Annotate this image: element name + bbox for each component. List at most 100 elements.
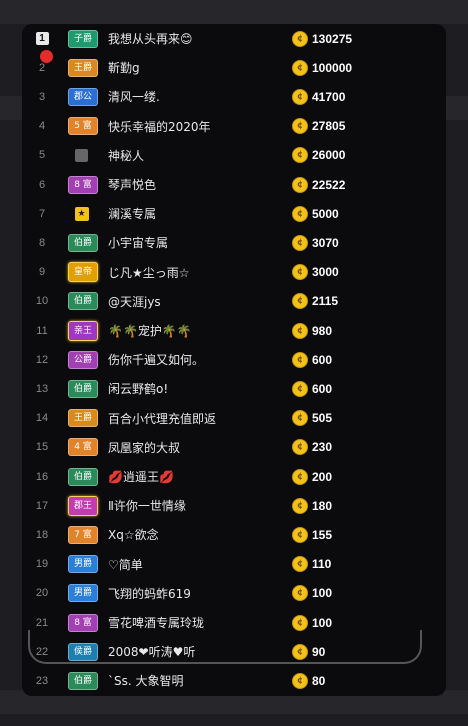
user-nickname[interactable]: Xq☆欲念 xyxy=(104,526,268,543)
user-nickname[interactable]: 我想从头再来😊 xyxy=(104,30,268,47)
ranking-row[interactable]: 2 王爵 靳勤g ¢ 100000 xyxy=(22,53,446,82)
noble-rank-badge: 4 富 xyxy=(68,438,98,457)
contribution-score: 27805 xyxy=(312,119,346,134)
user-nickname[interactable]: 雪花啤酒专属玲珑 xyxy=(104,614,268,631)
ranking-row[interactable]: 20 男爵 飞翔的蚂蚱619 ¢ 100 xyxy=(22,579,446,608)
coin-icon: ¢ xyxy=(292,410,308,427)
rank-badge-wrap: 伯爵 xyxy=(62,467,104,486)
user-nickname[interactable]: 靳勤g xyxy=(104,59,268,76)
noble-rank-badge: 王爵 xyxy=(67,409,98,428)
user-nickname[interactable]: 小宇宙专属 xyxy=(104,234,268,251)
noble-rank-badge: 公爵 xyxy=(67,350,98,369)
user-nickname[interactable]: じ凡★尘っ雨☆ xyxy=(104,264,268,281)
contribution-score: 505 xyxy=(312,411,333,426)
coin-icon: ¢ xyxy=(292,88,308,105)
ranking-row[interactable]: 23 伯爵 `Ss. 大象智明 ¢ 80 xyxy=(22,666,446,695)
coin-icon: ¢ xyxy=(292,30,308,47)
rank-badge-wrap: 郡王 xyxy=(62,495,104,516)
user-nickname[interactable]: 凤凰家的大叔 xyxy=(104,439,268,456)
user-nickname[interactable]: 🌴🌴宠护🌴🌴 xyxy=(104,322,268,339)
ranking-row[interactable]: 3 郡公 清风一缕. ¢ 41700 xyxy=(22,82,446,111)
ranking-row[interactable]: 12 公爵 伤你千遍又如何。 ¢ 600 xyxy=(22,345,446,374)
noble-rank-badge: 子爵 xyxy=(67,29,98,48)
coin-icon: ¢ xyxy=(292,351,308,368)
user-nickname[interactable]: 快乐幸福的2020年 xyxy=(104,118,268,135)
rank-badge-wrap: 4 富 xyxy=(62,438,104,457)
rank-number: 11 xyxy=(36,324,48,337)
ranking-row[interactable]: 4 5 富快乐幸福的2020年 ¢ 27805 xyxy=(22,112,446,141)
noble-rank-badge: 郡王 xyxy=(67,495,98,516)
rank-number: 6 xyxy=(38,178,46,191)
user-nickname[interactable]: @天涯jys xyxy=(104,293,268,310)
user-nickname[interactable]: 闲云野鹤o! xyxy=(104,380,268,397)
ranking-row[interactable]: 15 4 富凤凰家的大叔 ¢ 230 xyxy=(22,433,446,462)
coin-icon: ¢ xyxy=(292,380,308,397)
user-nickname[interactable]: 琴声悦色 xyxy=(104,176,268,193)
rank-number: 7 xyxy=(38,207,46,220)
ranking-row[interactable]: 19 男爵 ♡简单 ¢ 110 xyxy=(22,550,446,579)
user-nickname[interactable]: 清风一缕. xyxy=(104,88,268,105)
user-nickname[interactable]: 澜溪专属 xyxy=(104,205,268,222)
coin-icon: ¢ xyxy=(292,497,308,514)
rank-badge-wrap: 公爵 xyxy=(62,350,104,369)
coin-icon: ¢ xyxy=(292,118,308,135)
ranking-row[interactable]: 14 王爵 百合小代理充值即返 ¢ 505 xyxy=(22,404,446,433)
user-nickname[interactable]: `Ss. 大象智明 xyxy=(104,672,268,689)
rank-number: 4 xyxy=(38,120,46,133)
rank-number: 13 xyxy=(35,382,49,395)
rank-number: 10 xyxy=(35,295,49,308)
ranking-row[interactable]: 5 神秘人 ¢ 26000 xyxy=(22,141,446,170)
ranking-row[interactable]: 17 郡王 Ⅱ许你一世情缘 ¢ 180 xyxy=(22,491,446,520)
user-nickname[interactable]: 伤你千遍又如何。 xyxy=(104,351,268,368)
ranking-row[interactable]: 9 皇帝 じ凡★尘っ雨☆ ¢ 3000 xyxy=(22,258,446,287)
user-nickname[interactable]: Ⅱ许你一世情缘 xyxy=(104,497,268,514)
coin-icon: ¢ xyxy=(292,234,308,251)
coin-icon: ¢ xyxy=(292,322,308,339)
contribution-score: 180 xyxy=(312,498,333,513)
rank-badge-wrap: 伯爵 xyxy=(62,292,104,311)
user-nickname[interactable]: 💋逍遥王💋 xyxy=(104,468,268,485)
contribution-score: 110 xyxy=(312,557,332,572)
rank-badge-wrap: 8 富 xyxy=(62,175,104,194)
ranking-row[interactable]: 16 伯爵 💋逍遥王💋 ¢ 200 xyxy=(22,462,446,491)
contribution-score: 5000 xyxy=(312,206,339,221)
rank-badge-wrap: 男爵 xyxy=(62,555,104,574)
rank-badge-wrap: 8 富 xyxy=(62,613,104,632)
rank-number: 12 xyxy=(35,353,49,366)
noble-rank-badge: 8 富 xyxy=(68,175,98,194)
ranking-row[interactable]: 10 伯爵 @天涯jys ¢ 2115 xyxy=(22,287,446,316)
coin-icon: ¢ xyxy=(292,672,308,689)
contribution-score: 100 xyxy=(312,615,333,630)
rank-badge-wrap: ★ xyxy=(62,206,104,221)
rank-badge-wrap: 5 富 xyxy=(62,117,104,136)
rank-number: 3 xyxy=(38,90,46,103)
ranking-row[interactable]: 6 8 富琴声悦色 ¢ 22522 xyxy=(22,170,446,199)
ranking-row[interactable]: 7 ★ 澜溪专属 ¢ 5000 xyxy=(22,199,446,228)
user-nickname[interactable]: 神秘人 xyxy=(104,147,268,164)
rank-badge-wrap: 子爵 xyxy=(62,29,104,48)
contribution-score: 600 xyxy=(312,352,333,367)
ranking-row[interactable]: 1 子爵 我想从头再来😊 ¢ 130275 xyxy=(22,24,446,53)
noble-rank-badge: 伯爵 xyxy=(67,467,98,486)
noble-rank-badge: 男爵 xyxy=(67,584,98,603)
noble-rank-badge: 王爵 xyxy=(67,58,98,77)
user-nickname[interactable]: ♡简单 xyxy=(104,556,268,573)
contribution-score: 3070 xyxy=(312,235,339,250)
contribution-score: 200 xyxy=(312,469,333,484)
user-nickname[interactable]: 飞翔的蚂蚱619 xyxy=(104,585,268,602)
coin-icon: ¢ xyxy=(292,526,308,543)
coin-icon: ¢ xyxy=(292,614,308,631)
noble-rank-badge: 亲王 xyxy=(67,320,98,341)
ranking-row[interactable]: 8 伯爵 小宇宙专属 ¢ 3070 xyxy=(22,228,446,257)
contribution-score: 155 xyxy=(312,527,333,542)
rank-number: 18 xyxy=(35,528,49,541)
contribution-ranking-panel[interactable]: 1 子爵 我想从头再来😊 ¢ 130275 2 王爵 靳勤g ¢ 100000 3 郡公 清风一缕. ¢ 4… xyxy=(22,24,446,696)
noble-rank-badge: 伯爵 xyxy=(67,671,98,690)
ranking-row[interactable]: 18 7 富 Xq☆欲念 ¢ 155 xyxy=(22,520,446,549)
rank-number: 16 xyxy=(35,470,49,483)
ranking-row[interactable]: 11 亲王 🌴🌴宠护🌴🌴 ¢ 980 xyxy=(22,316,446,345)
rank-number: 23 xyxy=(35,674,49,687)
user-nickname[interactable]: 百合小代理充值即返 xyxy=(104,410,268,427)
ranking-row[interactable]: 13 伯爵 闲云野鹤o! ¢ 600 xyxy=(22,374,446,403)
rank-badge-wrap: 伯爵 xyxy=(62,233,104,252)
